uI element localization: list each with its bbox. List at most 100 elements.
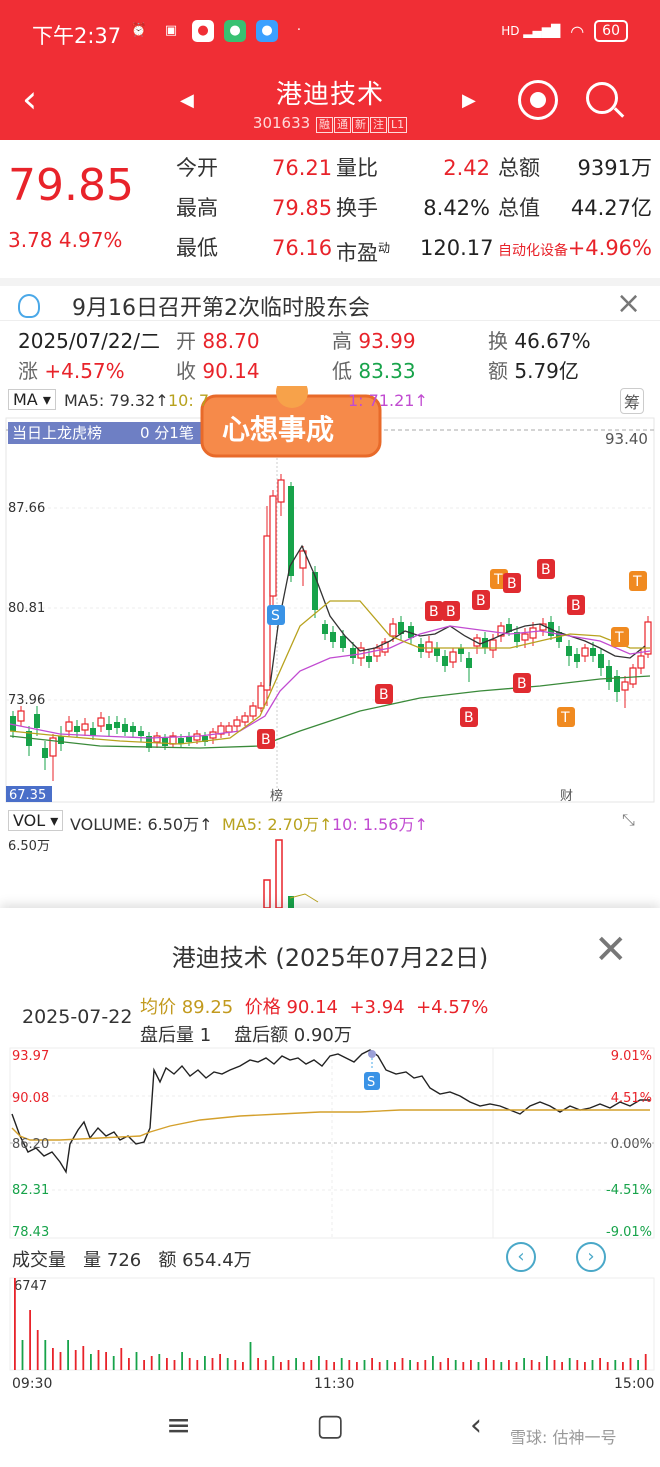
sell-marker[interactable]: S	[367, 1075, 375, 1090]
trade-marker[interactable]: B	[261, 732, 271, 748]
intraday-volume-bars	[14, 1278, 647, 1370]
lhb-banner-tail: 0 分1笔	[140, 424, 194, 442]
vol-ma5: MA5: 2.70万↑	[222, 815, 333, 834]
candle	[138, 731, 144, 736]
avg-price: 均价 89.25	[140, 997, 234, 1018]
volume-bar	[21, 1340, 24, 1370]
trade-marker[interactable]: T	[632, 574, 642, 590]
value-pe: 120.17	[420, 236, 494, 260]
volume-bar	[462, 1362, 465, 1370]
value-volume-ratio: 2.42	[443, 156, 490, 180]
trade-marker[interactable]: B	[379, 687, 389, 703]
trade-marker[interactable]: S	[271, 608, 280, 624]
kline-chart[interactable]: BSBB BBBT BBBBTTT 当日上龙虎榜 0 分1笔 心想事成 93.40 …	[0, 386, 660, 804]
tag-rong: 融	[315, 117, 333, 133]
candle	[288, 486, 294, 576]
expand-icon[interactable]: ⤡	[622, 810, 635, 830]
ma-selector[interactable]: MA ▾	[8, 389, 56, 410]
label-volume-ratio: 量比	[336, 156, 378, 180]
volume-bar	[242, 1362, 244, 1370]
prev-day-icon[interactable]: ‹	[506, 1242, 536, 1272]
trade-marker[interactable]: T	[560, 710, 570, 726]
candle	[81, 723, 89, 731]
notice-text[interactable]: 9月16日召开第2次临时股东会	[72, 290, 370, 322]
nfc-icon: ▣	[164, 23, 178, 38]
wifi-icon: ◠	[570, 21, 585, 41]
home-icon[interactable]: ▢	[316, 1408, 344, 1443]
volume-bar	[257, 1358, 259, 1370]
tag-tong: 通	[333, 117, 351, 133]
industry-label[interactable]: 自动化设备	[498, 243, 568, 259]
candle	[193, 733, 201, 741]
after-vol: 盘后量 1	[140, 1025, 212, 1046]
volume-bar	[439, 1362, 442, 1370]
back-nav-icon[interactable]: ‹	[470, 1408, 482, 1443]
ma-long-value: 1: 71.21↑	[348, 391, 428, 410]
kline-close: 收 90.14	[176, 355, 260, 384]
volume-bar	[272, 1356, 275, 1370]
label-pe-sup: 动	[378, 241, 391, 255]
trade-marker[interactable]: B	[446, 604, 456, 620]
ma5-value: MA5: 79.32↑	[64, 391, 169, 410]
trade-marker[interactable]: T	[614, 630, 624, 646]
volume-bar	[74, 1350, 77, 1370]
volume-bar	[105, 1352, 107, 1370]
volume-bar	[333, 1362, 335, 1370]
menu-icon[interactable]: ≡	[166, 1408, 191, 1443]
close-icon[interactable]: ✕	[594, 930, 628, 970]
vol-qty: 量 726	[83, 1250, 142, 1271]
mascot-icon[interactable]	[518, 80, 558, 120]
next-day-icon[interactable]: ›	[576, 1242, 606, 1272]
intraday-price: 价格 90.14	[244, 997, 338, 1018]
candle	[350, 648, 356, 658]
open-value: 88.70	[202, 329, 260, 353]
quote-col5: 总额 总值 自动化设备	[498, 150, 568, 270]
chip-button[interactable]: 筹	[620, 388, 645, 414]
volume-bar	[629, 1358, 632, 1370]
intraday-chart[interactable]: S 93.97 90.08 86.20 82.31 78.43 9.01% 4.…	[0, 1044, 660, 1244]
vol-selector[interactable]: VOL ▾	[8, 810, 64, 831]
candle	[521, 633, 529, 641]
label-market-cap: 总值	[498, 196, 540, 220]
candle	[366, 656, 372, 662]
volume-bar	[135, 1352, 138, 1370]
kline-low: 低 83.33	[332, 355, 416, 384]
trade-marker[interactable]: B	[571, 598, 581, 614]
watermark: 雪球: 估神一号	[510, 1428, 617, 1447]
iy-right-5: -9.01%	[606, 1225, 652, 1240]
volume-bar	[295, 1358, 297, 1370]
label-amount: 总额	[498, 156, 540, 180]
volume-bar	[211, 1358, 214, 1370]
notice-bar[interactable]: 9月16日召开第2次临时股东会 ×	[0, 278, 660, 322]
vol-label: 成交量	[12, 1250, 66, 1271]
iy-right-4: -4.51%	[606, 1183, 652, 1198]
trade-marker[interactable]: B	[464, 710, 474, 726]
lhb-banner[interactable]: 当日上龙虎榜	[12, 424, 102, 442]
volume-bar	[166, 1358, 168, 1370]
iy-left-1: 93.97	[12, 1049, 49, 1064]
iy-left-2: 90.08	[12, 1091, 49, 1106]
close-icon[interactable]: ×	[616, 286, 641, 321]
vol-top-label: 6.50万	[8, 839, 50, 854]
volume-bar	[158, 1354, 161, 1370]
candle	[162, 738, 168, 746]
label-low: 最低	[176, 236, 218, 260]
candle	[130, 726, 136, 732]
candle	[529, 627, 537, 639]
candle	[34, 714, 40, 728]
search-icon[interactable]	[586, 82, 618, 114]
trade-marker[interactable]: T	[493, 572, 503, 588]
status-right: HD ▂▄▆█ ◠ 60	[501, 20, 628, 42]
volume-bar	[371, 1358, 373, 1370]
trade-marker[interactable]: B	[429, 604, 439, 620]
trade-marker[interactable]: B	[507, 576, 517, 592]
trade-marker[interactable]: B	[541, 562, 551, 578]
volume-bar	[29, 1310, 31, 1370]
volume-bar	[637, 1360, 639, 1370]
status-bar: 下午2:37 ⏰ ▣ ● ● ● · HD ▂▄▆█ ◠ 60	[0, 0, 660, 64]
candle	[566, 646, 572, 656]
candle	[629, 667, 637, 685]
next-stock-icon[interactable]: ▶	[462, 90, 476, 111]
trade-marker[interactable]: B	[517, 676, 527, 692]
trade-marker[interactable]: B	[476, 593, 486, 609]
